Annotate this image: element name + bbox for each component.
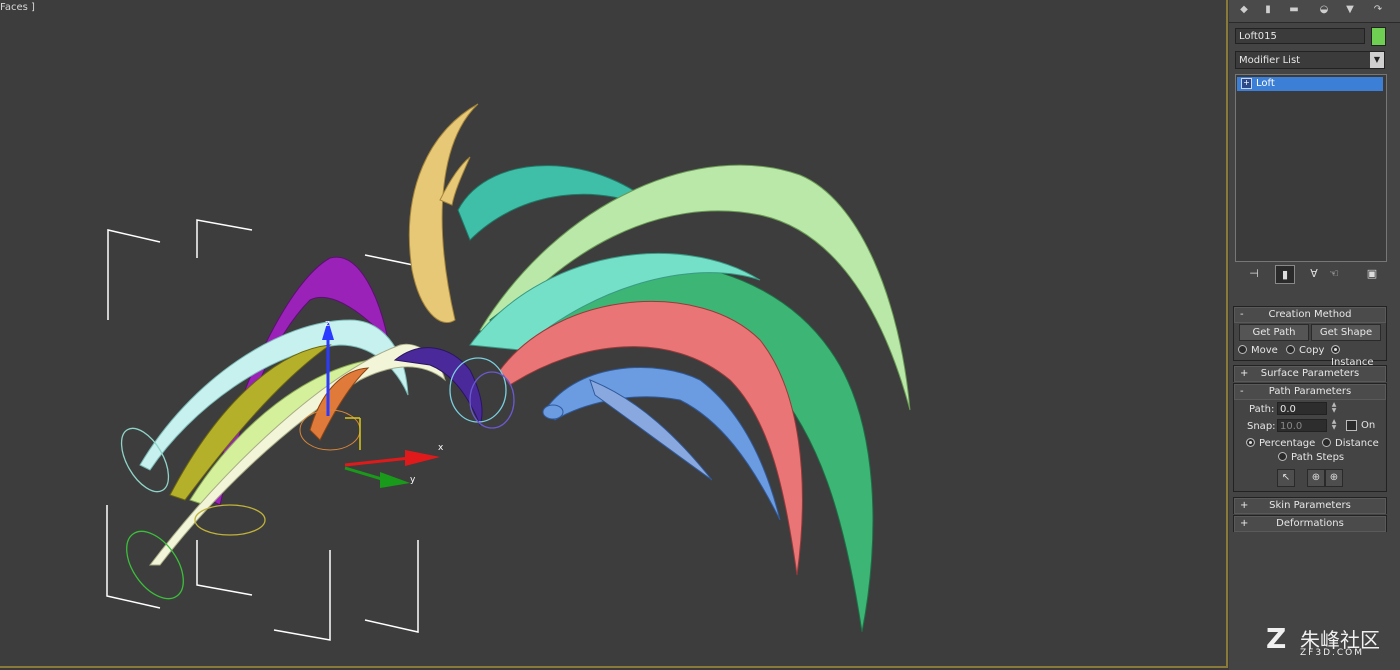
pick-shape-icon[interactable]: ↖ (1277, 469, 1295, 487)
salmon-arc (499, 300, 803, 576)
remove-modifier-icon[interactable]: ☜ (1325, 265, 1343, 282)
modifier-list-label: Modifier List (1239, 55, 1301, 66)
snap-on-label: On (1361, 420, 1376, 431)
palecyan-arc (139, 319, 409, 471)
rollout-header[interactable]: - Creation Method (1234, 307, 1386, 323)
blue-arc-end (542, 404, 564, 420)
show-end-result-icon[interactable]: ▮ (1275, 265, 1295, 284)
snap-spinner-arrows[interactable]: ▲ ▼ (1330, 419, 1338, 432)
rollout-header[interactable]: + Surface Parameters (1234, 366, 1386, 382)
viewport[interactable]: Faces ] z x y (0, 0, 1228, 668)
rollout-header[interactable]: + Skin Parameters (1234, 498, 1386, 514)
hierarchy-tab-icon[interactable]: ▬ (1283, 1, 1305, 19)
path-label: Path: (1249, 404, 1275, 415)
modifier-stack[interactable]: + Loft (1235, 74, 1387, 262)
make-unique-icon[interactable]: ∀ (1305, 265, 1323, 282)
snap-spinner[interactable]: 10.0 (1277, 419, 1327, 432)
display-tab-icon[interactable]: ▼ (1339, 1, 1361, 19)
radio-path-steps[interactable]: Path Steps (1278, 451, 1344, 464)
ring-yellow (194, 504, 266, 536)
snap-label: Snap: (1247, 421, 1276, 432)
snap-on-checkbox[interactable] (1346, 420, 1357, 431)
radio-copy[interactable]: Copy (1286, 344, 1324, 357)
object-color-swatch[interactable] (1371, 27, 1386, 46)
rollout-creation-method: - Creation Method Get Path Get Shape Mov… (1233, 306, 1387, 368)
modify-tab-icon[interactable]: ▮ (1257, 1, 1279, 19)
utilities-tab-icon[interactable]: ↷ (1367, 1, 1389, 19)
stack-item-label: Loft (1256, 78, 1275, 89)
axis-label-z: z (325, 319, 330, 329)
create-tab-icon[interactable]: ◆ (1233, 1, 1255, 19)
stack-item-loft[interactable]: + Loft (1237, 77, 1383, 91)
stack-toolbar: ⊣ ▮ ∀ ☜ ▣ (1235, 264, 1385, 284)
configure-sets-icon[interactable]: ▣ (1363, 265, 1381, 282)
path-spinner-arrows[interactable]: ▲ ▼ (1330, 402, 1338, 415)
get-path-button[interactable]: Get Path (1239, 324, 1309, 341)
scene[interactable]: z x y (0, 0, 1226, 666)
radio-distance[interactable]: Distance (1322, 437, 1379, 450)
rollout-header[interactable]: + Deformations (1234, 516, 1386, 532)
axis-label-y: y (410, 475, 416, 485)
modifier-list-dropdown[interactable]: Modifier List ▼ (1235, 51, 1385, 69)
get-shape-button[interactable]: Get Shape (1311, 324, 1381, 341)
watermark-logo: Z (1266, 622, 1287, 655)
object-name-field[interactable]: Loft015 (1235, 28, 1365, 44)
chevron-down-icon[interactable]: ▼ (1370, 52, 1384, 68)
command-panel-tabs: ◆ ▮ ▬ ◒ ▼ ↷ (1229, 0, 1400, 23)
radio-percentage[interactable]: Percentage (1246, 437, 1315, 450)
next-shape-icon[interactable]: ⊕ (1325, 469, 1343, 487)
radio-move[interactable]: Move (1238, 344, 1278, 357)
path-spinner[interactable]: 0.0 (1277, 402, 1327, 415)
rollout-surface-parameters: + Surface Parameters (1233, 365, 1387, 382)
rollout-skin-parameters: + Skin Parameters (1233, 497, 1387, 514)
rollout-path-parameters: - Path Parameters Path: 0.0 ▲ ▼ Snap: 10.… (1233, 383, 1387, 492)
command-panel: ◆ ▮ ▬ ◒ ▼ ↷ Loft015 Modifier List ▼ + Lof… (1229, 0, 1400, 670)
rollout-deformations: + Deformations (1233, 515, 1387, 532)
previous-shape-icon[interactable]: ⊕ (1307, 469, 1325, 487)
rollout-header[interactable]: - Path Parameters (1234, 384, 1386, 400)
watermark-subtext: ZF3D.COM (1300, 648, 1364, 658)
motion-tab-icon[interactable]: ◒ (1313, 1, 1335, 19)
pin-stack-icon[interactable]: ⊣ (1245, 265, 1263, 282)
axis-label-x: x (438, 443, 444, 453)
expand-icon[interactable]: + (1241, 77, 1252, 89)
